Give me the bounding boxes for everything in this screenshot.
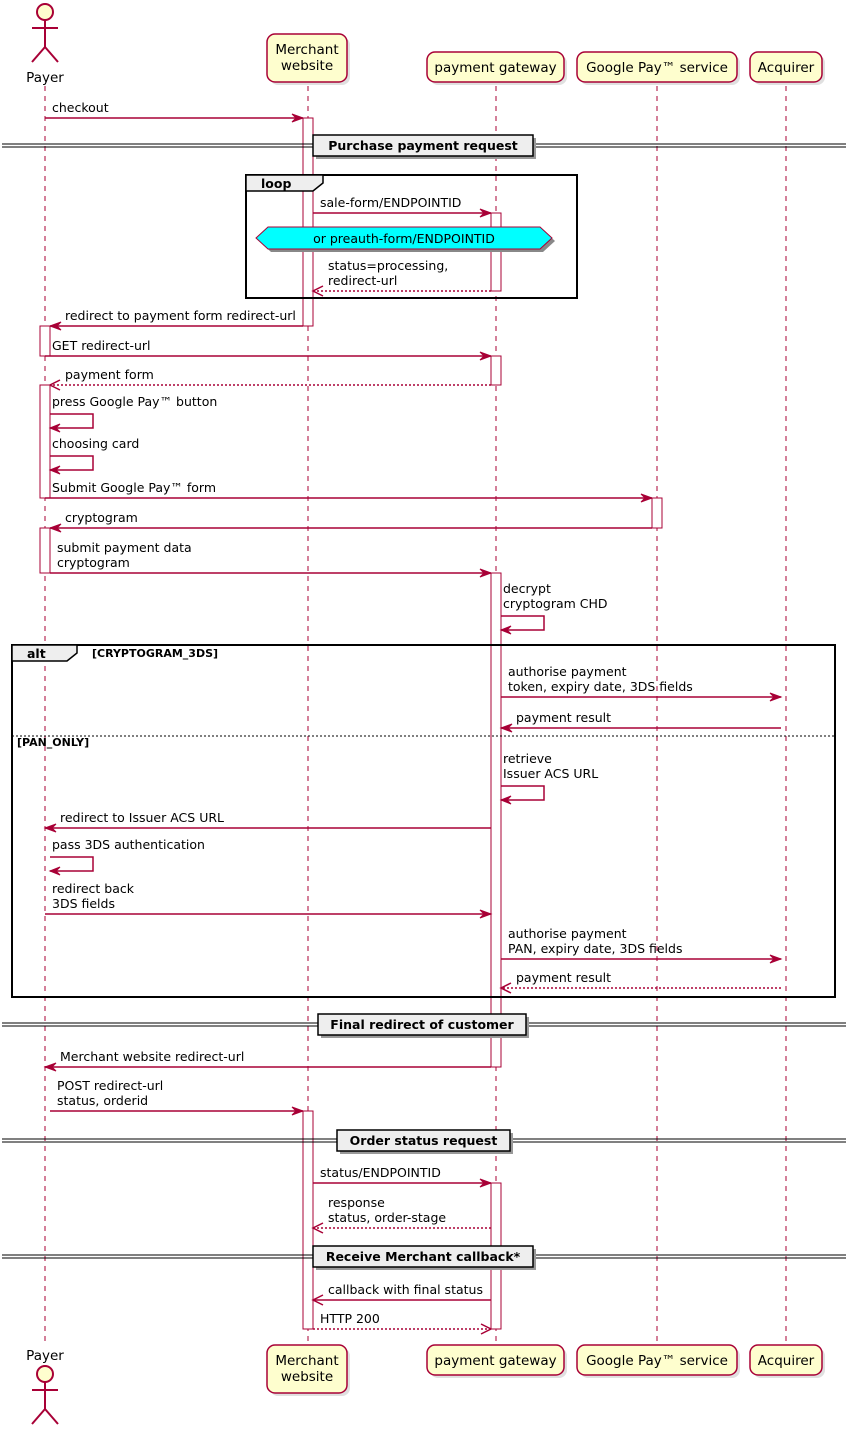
message-21 xyxy=(50,1106,305,1116)
message-label: authorise payment xyxy=(508,664,627,679)
activation-bar-merchant xyxy=(302,1110,314,1330)
payer-actor-icon xyxy=(31,3,59,63)
activation-bar-google xyxy=(651,497,663,529)
message-18 xyxy=(501,954,783,964)
message-9 xyxy=(48,523,652,533)
message-label: press Google Pay™ button xyxy=(52,394,217,409)
message-label: callback with final status xyxy=(328,1282,483,1297)
message-6 xyxy=(48,413,94,433)
message-label: token, expiry date, 3DS fields xyxy=(508,679,693,694)
divider-label: Order status request xyxy=(350,1133,498,1148)
actor-body-icon xyxy=(31,20,59,63)
participant-label: Payer xyxy=(26,70,64,86)
participant-label: Google Pay™ service xyxy=(586,60,728,76)
activation-bar-gateway xyxy=(490,572,502,1068)
message-label: payment result xyxy=(516,970,611,985)
message-label: payment form xyxy=(65,367,154,382)
message-0 xyxy=(45,113,305,123)
alt-frame-label: alt xyxy=(27,646,46,661)
message-label: payment result xyxy=(516,710,611,725)
participant-label: Acquirer xyxy=(758,60,815,76)
activation-bar-merchant xyxy=(302,117,314,327)
participant-label: Acquirer xyxy=(758,1353,815,1369)
activation-bar-payer xyxy=(39,527,51,574)
message-label: PAN, expiry date, 3DS fields xyxy=(508,941,682,956)
message-label: redirect to payment form redirect-url xyxy=(65,308,296,323)
message-label: authorise payment xyxy=(508,926,627,941)
message-label: Submit Google Pay™ form xyxy=(52,480,216,495)
divider-label: Final redirect of customer xyxy=(330,1017,514,1032)
message-label: status/ENDPOINTID xyxy=(320,1165,441,1180)
participant-label: Merchant xyxy=(275,1353,338,1369)
message-16 xyxy=(48,856,94,876)
message-label: cryptogram CHD xyxy=(503,596,608,611)
divider-label: Purchase payment request xyxy=(328,138,518,153)
message-label: submit payment data xyxy=(57,540,192,555)
message-7 xyxy=(48,455,94,475)
alt-guard: [CRYPTOGRAM_3DS] xyxy=(92,647,218,660)
message-label: choosing card xyxy=(52,436,139,451)
message-label: retrieve xyxy=(503,751,552,766)
activation-bar-payer xyxy=(39,384,51,499)
message-label: status, order-stage xyxy=(328,1210,446,1225)
message-label: 3DS fields xyxy=(52,896,115,911)
note-label: or preauth-form/ENDPOINTID xyxy=(313,231,495,246)
activation-bar-gateway xyxy=(490,355,502,386)
message-label: response xyxy=(328,1195,385,1210)
participant-label: Payer xyxy=(26,1348,64,1364)
participant-label: website xyxy=(281,1369,333,1385)
payer-actor-icon xyxy=(31,1365,59,1425)
message-14 xyxy=(499,785,545,805)
message-20 xyxy=(43,1062,491,1072)
message-4 xyxy=(45,351,493,361)
message-label: cryptogram xyxy=(57,555,130,570)
message-label: sale-form/ENDPOINTID xyxy=(320,195,461,210)
message-label: checkout xyxy=(52,100,109,115)
message-label: cryptogram xyxy=(65,510,138,525)
actor-body-icon xyxy=(31,1382,59,1425)
message-13 xyxy=(499,723,781,733)
message-12 xyxy=(501,692,783,702)
message-17 xyxy=(45,909,493,919)
message-11 xyxy=(499,615,545,635)
alt-else-guard: [PAN_ONLY] xyxy=(17,736,89,749)
message-15 xyxy=(43,823,491,833)
message-label: POST redirect-url xyxy=(57,1078,163,1093)
actor-head-icon xyxy=(36,3,54,21)
message-label: Merchant website redirect-url xyxy=(60,1049,244,1064)
message-label: redirect back xyxy=(52,881,135,896)
message-label: GET redirect-url xyxy=(52,338,151,353)
sequence-diagram: PayerPayerMerchantwebsiteMerchantwebsite… xyxy=(2,3,846,1425)
message-22 xyxy=(313,1178,493,1188)
message-label: decrypt xyxy=(503,581,551,596)
message-label: redirect-url xyxy=(328,273,397,288)
message-label: status, orderid xyxy=(57,1093,148,1108)
message-10 xyxy=(50,568,493,578)
participant-label: Google Pay™ service xyxy=(586,1353,728,1369)
open-arrowhead-icon xyxy=(499,982,512,994)
message-1 xyxy=(313,208,493,218)
message-label: pass 3DS authentication xyxy=(52,837,205,852)
message-label: redirect to Issuer ACS URL xyxy=(60,810,224,825)
actor-head-icon xyxy=(36,1365,54,1383)
participant-label: payment gateway xyxy=(434,1353,556,1369)
message-8 xyxy=(45,493,654,503)
message-label: status=processing, xyxy=(328,258,448,273)
message-3 xyxy=(48,321,303,331)
loop-frame-label: loop xyxy=(261,176,291,191)
participant-label: website xyxy=(281,58,333,74)
message-label: HTTP 200 xyxy=(320,1311,380,1326)
message-label: Issuer ACS URL xyxy=(503,766,598,781)
participant-label: Merchant xyxy=(275,42,338,58)
divider-label: Receive Merchant callback* xyxy=(326,1249,521,1264)
participant-label: payment gateway xyxy=(434,60,556,76)
activation-bar-payer xyxy=(39,325,51,357)
